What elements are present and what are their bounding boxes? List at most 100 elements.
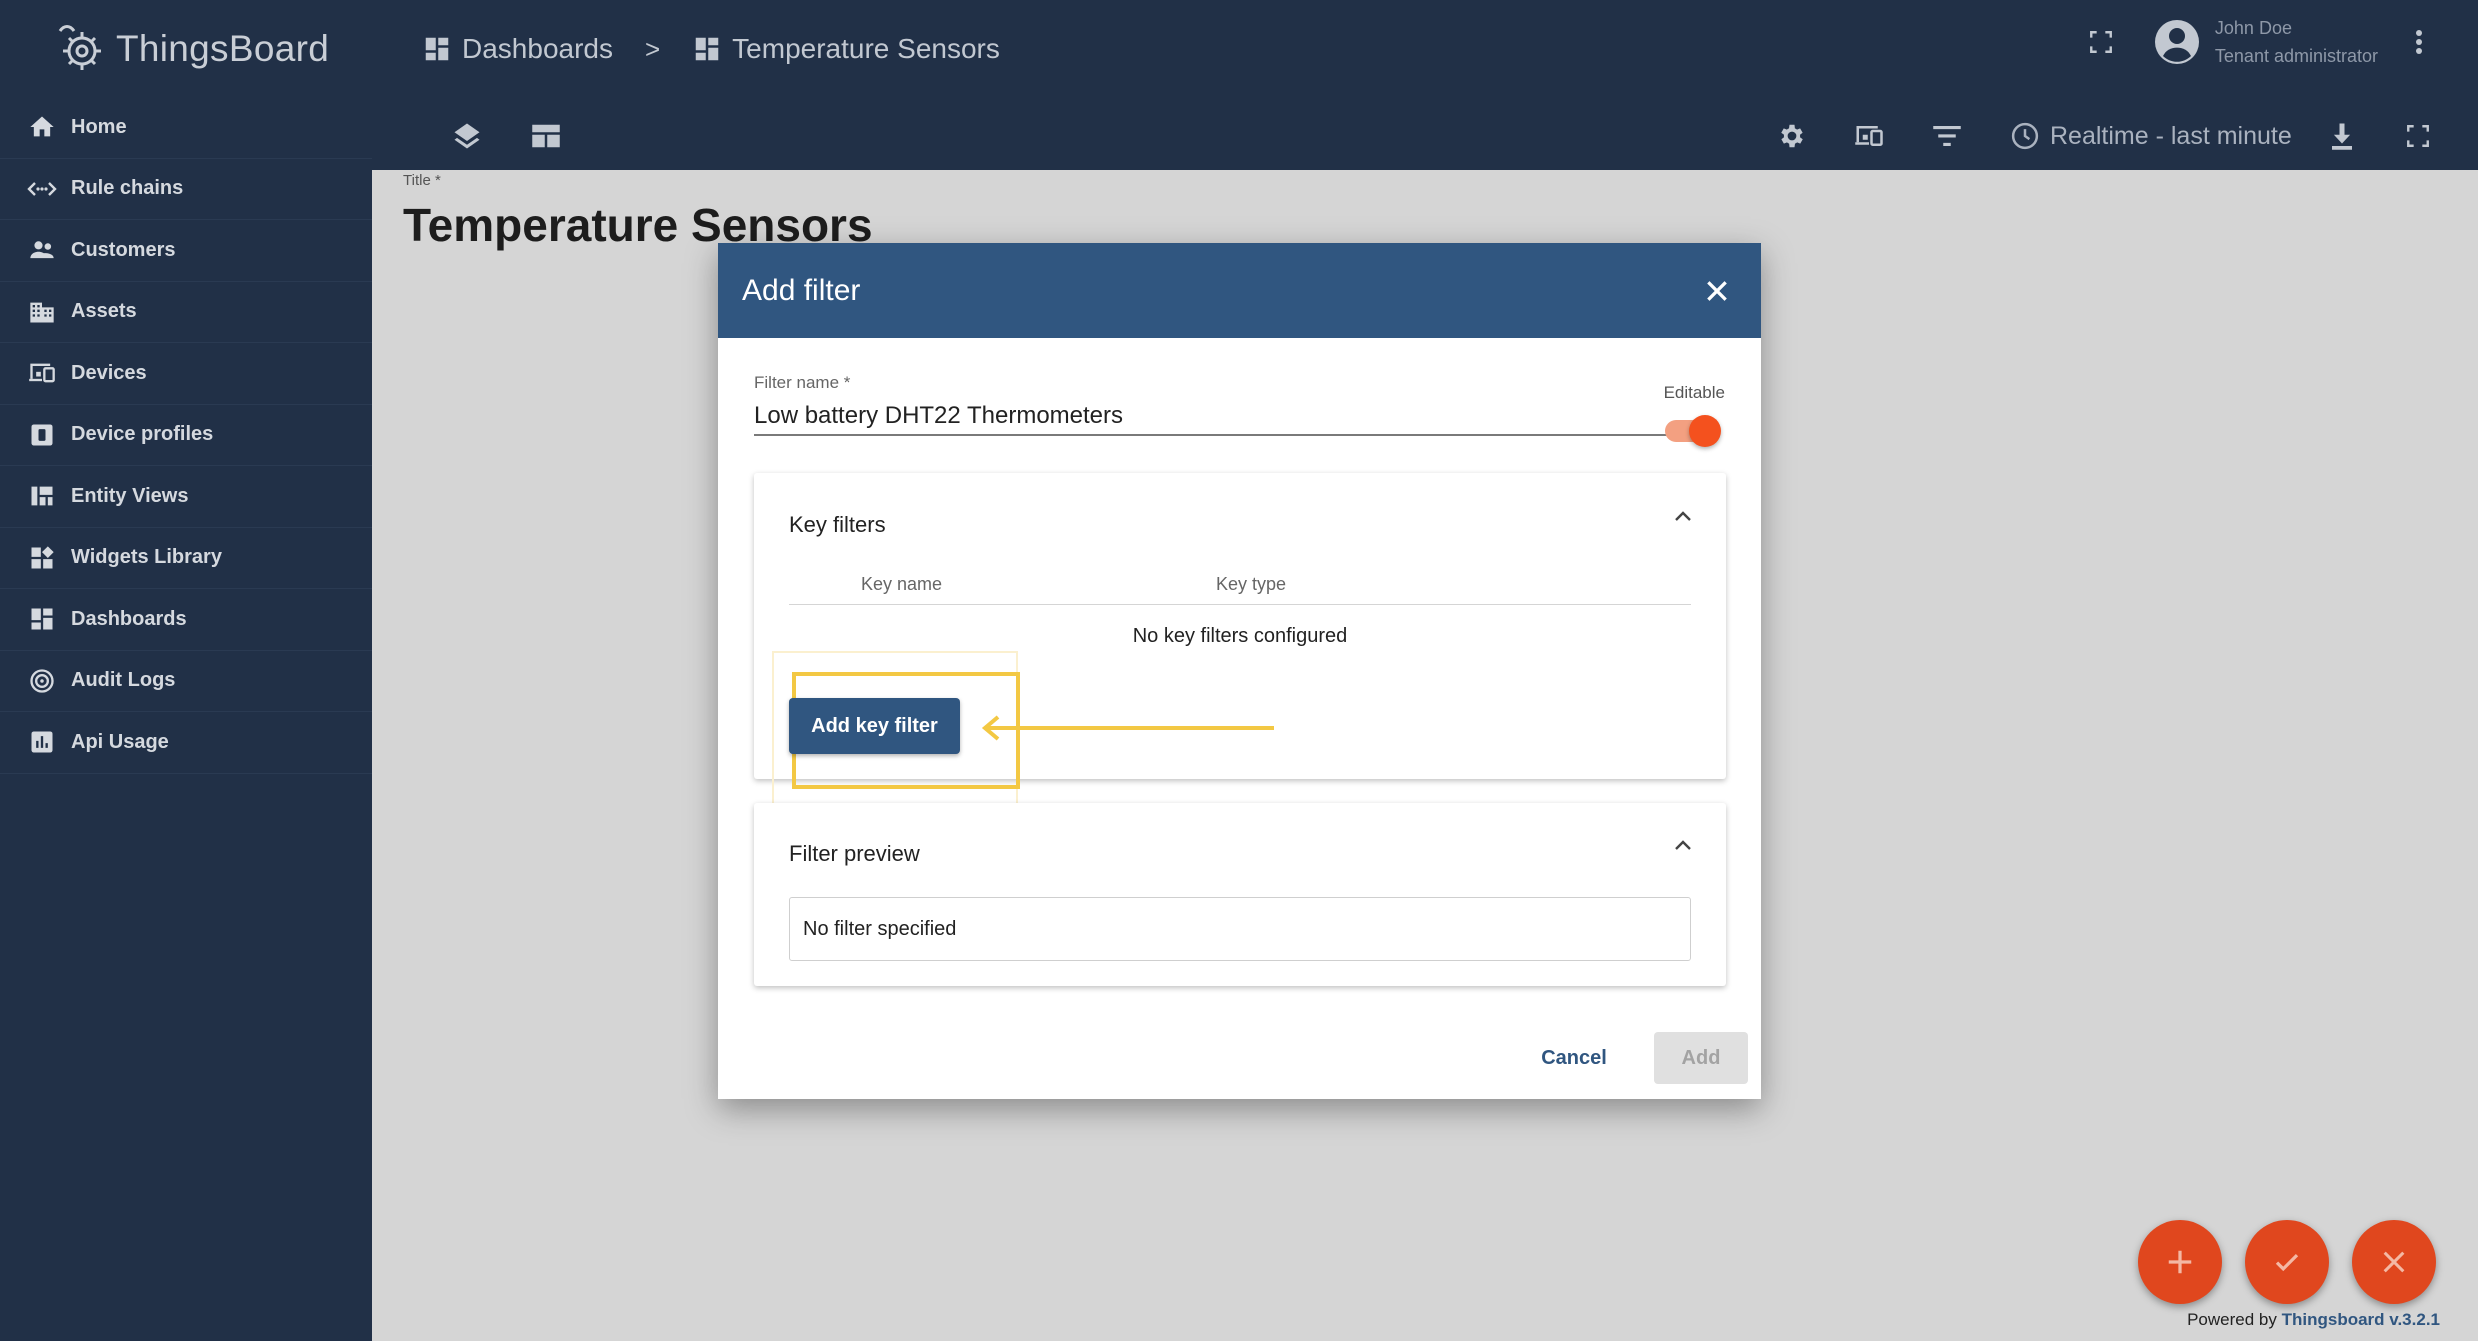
timewindow-selector[interactable]: Realtime - last minute	[2010, 116, 2292, 156]
add-key-filter-button[interactable]: Add key filter	[789, 698, 960, 754]
fullscreen-icon[interactable]	[2398, 116, 2438, 156]
sidebar-item-label: Widgets Library	[71, 546, 222, 569]
layers-icon[interactable]	[447, 116, 487, 156]
devices-icon[interactable]	[1849, 116, 1889, 156]
column-key-type: Key type	[1216, 574, 1287, 594]
filter-preview-text: No filter specified	[803, 917, 957, 940]
breadcrumb-separator: >	[644, 33, 661, 64]
sidebar-item-device-profiles[interactable]: Device profiles	[0, 405, 372, 466]
sidebar-item-widgets-library[interactable]: Widgets Library	[0, 528, 372, 589]
cancel-button[interactable]: Cancel	[1524, 1032, 1624, 1084]
dialog-header: Add filter	[718, 243, 1761, 338]
sidebar-item-label: Customers	[71, 238, 176, 261]
editable-toggle[interactable]	[1665, 411, 1723, 447]
top-header: Dashboards > Temperature Sensors John Do…	[372, 0, 2478, 170]
close-icon	[2383, 1251, 2405, 1273]
sidebar-item-assets[interactable]: Assets	[0, 282, 372, 343]
avatar[interactable]	[2153, 18, 2201, 66]
filter-preview-title[interactable]: Filter preview	[789, 841, 920, 867]
assets-icon	[27, 297, 57, 327]
add-widget-fab[interactable]	[2138, 1220, 2222, 1304]
sidebar-item-api-usage[interactable]: Api Usage	[0, 712, 372, 774]
settings-gear-icon[interactable]	[1772, 116, 1812, 156]
sidebar-item-label: Devices	[71, 361, 147, 384]
api-usage-icon	[27, 727, 57, 757]
breadcrumb-current-label: Temperature Sensors	[732, 33, 1000, 64]
customers-icon	[27, 235, 57, 265]
dashboard-toolbar: Realtime - last minute	[372, 108, 2478, 162]
user-info[interactable]: John Doe Tenant administrator	[2215, 14, 2378, 70]
sidebar-item-label: Entity Views	[71, 484, 189, 507]
filter-preview-panel: Filter preview No filter specified	[754, 803, 1726, 986]
app-logo[interactable]: ThingsBoard	[54, 14, 329, 84]
devices-icon	[27, 358, 57, 388]
check-icon	[2275, 1253, 2299, 1272]
sidebar-item-label: Api Usage	[71, 730, 169, 753]
user-area: John Doe Tenant administrator	[2081, 14, 2434, 70]
key-filters-panel: Key filters Key name Key type No key fil…	[754, 473, 1726, 806]
apply-changes-fab[interactable]	[2245, 1220, 2329, 1304]
close-icon[interactable]	[1697, 271, 1737, 311]
breadcrumb-parent-label: Dashboards	[462, 33, 613, 64]
rule-chains-icon	[27, 174, 57, 204]
add-button[interactable]: Add	[1654, 1032, 1748, 1084]
user-name: John Doe	[2214, 18, 2292, 38]
chevron-up-icon[interactable]	[1670, 832, 1696, 858]
editable-label: Editable	[1663, 383, 1725, 402]
dashboards-icon	[695, 37, 719, 61]
more-vert-icon[interactable]	[2404, 22, 2434, 62]
clock-icon	[2011, 122, 2039, 150]
timewindow-label: Realtime - last minute	[2050, 121, 2292, 150]
layout-icon[interactable]	[526, 116, 566, 156]
breadcrumb-dashboards[interactable]: Dashboards	[422, 33, 613, 65]
key-filters-title[interactable]: Key filters	[789, 512, 886, 538]
dashboards-icon	[425, 37, 449, 61]
entity-views-icon	[27, 481, 57, 511]
thingsboard-logo-icon	[58, 25, 101, 70]
sidebar-item-label: Assets	[71, 300, 137, 323]
sidebar-item-label: Device profiles	[71, 423, 214, 446]
sidebar-item-rule-chains[interactable]: Rule chains	[0, 159, 372, 220]
add-filter-dialog: Add filter Filter name * Editable Key fi…	[718, 243, 1761, 1099]
sidebar-item-label: Dashboards	[71, 607, 187, 630]
sidebar-item-audit-logs[interactable]: Audit Logs	[0, 651, 372, 712]
chevron-up-icon[interactable]	[1670, 503, 1696, 529]
widgets-library-icon	[27, 543, 57, 573]
fullscreen-icon[interactable]	[2081, 22, 2121, 62]
sidebar-item-home[interactable]: Home	[0, 97, 372, 159]
sidebar-item-label: Rule chains	[71, 177, 184, 200]
breadcrumb: Dashboards > Temperature Sensors	[422, 28, 1000, 70]
dialog-title: Add filter	[742, 273, 861, 307]
sidebar-item-dashboards[interactable]: Dashboards	[0, 589, 372, 651]
filter-name-label: Filter name *	[754, 373, 851, 392]
key-filters-table-header: Key name Key type	[789, 570, 1691, 605]
user-role: Tenant administrator	[2214, 46, 2378, 66]
filter-list-icon[interactable]	[1927, 116, 1967, 156]
powered-by: Powered by Thingsboard v.3.2.1	[2187, 1310, 2440, 1330]
download-icon[interactable]	[2322, 116, 2362, 156]
sidebar-item-label: Audit Logs	[71, 669, 176, 692]
thingsboard-version-link[interactable]: Thingsboard v.3.2.1	[2282, 1310, 2440, 1329]
app-name: ThingsBoard	[116, 28, 330, 69]
column-key-name: Key name	[861, 574, 943, 594]
filter-name-input[interactable]	[754, 394, 1684, 436]
sidebar: ThingsBoard Home Rule chains Customers A…	[0, 0, 372, 1341]
decline-changes-fab[interactable]	[2352, 1220, 2436, 1304]
device-profiles-icon	[27, 420, 57, 450]
arrow-left-icon	[981, 715, 1274, 741]
sidebar-nav: Home Rule chains Customers Assets Device…	[0, 97, 372, 774]
sidebar-item-customers[interactable]: Customers	[0, 220, 372, 282]
toggle-thumb	[1689, 415, 1721, 447]
breadcrumb-current: Temperature Sensors	[692, 33, 1000, 65]
plus-icon	[2168, 1250, 2192, 1274]
sidebar-item-entity-views[interactable]: Entity Views	[0, 466, 372, 528]
sidebar-item-devices[interactable]: Devices	[0, 343, 372, 405]
powered-by-prefix: Powered by	[2187, 1310, 2277, 1329]
key-filters-empty-message: No key filters configured	[1132, 625, 1348, 647]
filter-preview-box: No filter specified	[789, 897, 1691, 961]
title-field-label: Title *	[403, 172, 441, 189]
sidebar-item-label: Home	[71, 115, 127, 138]
dashboards-icon	[27, 604, 57, 634]
audit-logs-icon	[27, 666, 57, 696]
home-icon	[27, 112, 57, 142]
